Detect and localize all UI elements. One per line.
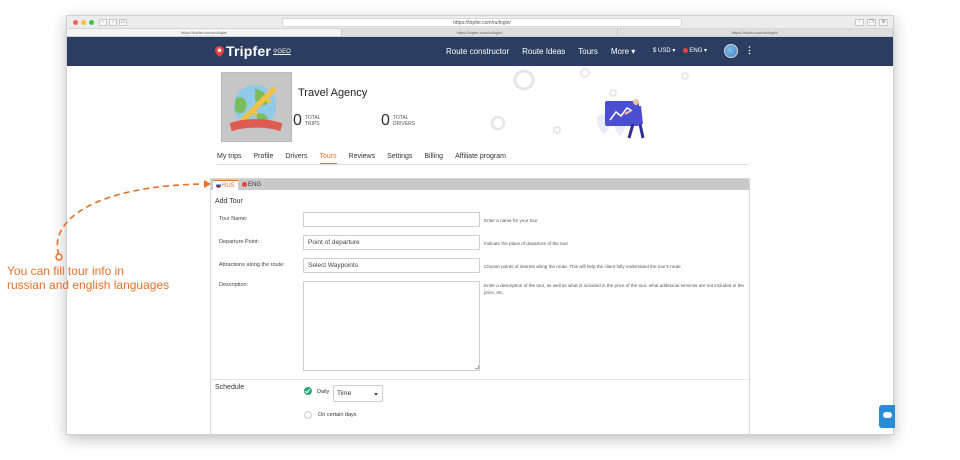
browser-nav: ‹ › ▭ bbox=[99, 19, 127, 26]
stat-drivers: 0 TOTAL DRIVERS bbox=[381, 112, 415, 130]
geo-link[interactable]: ⚲GEO bbox=[273, 48, 291, 55]
stat-drivers-label: TOTAL DRIVERS bbox=[392, 115, 416, 127]
tabs-icon[interactable]: ❐ bbox=[867, 19, 876, 26]
more-options-icon[interactable]: ⋮ bbox=[745, 45, 754, 56]
stat-trips: 0 TOTAL TRIPS bbox=[293, 112, 321, 130]
chat-icon bbox=[883, 412, 892, 418]
maximize-window-icon[interactable] bbox=[89, 20, 94, 25]
tab-lang-eng[interactable]: ENG bbox=[239, 180, 264, 190]
certain-days-label: On certain days bbox=[318, 412, 357, 418]
user-avatar[interactable] bbox=[724, 44, 738, 58]
settings-icon[interactable]: ⚙ bbox=[879, 19, 888, 26]
sidebar-icon[interactable]: ▭ bbox=[119, 19, 127, 26]
currency-selector[interactable]: $ USD ▾ bbox=[653, 47, 675, 54]
nav-tours[interactable]: Tours bbox=[578, 47, 598, 56]
annotation-line-1: You can fill tour info in bbox=[7, 264, 124, 278]
tab-lang-rus[interactable]: RUS bbox=[213, 180, 238, 190]
share-icon[interactable]: ↑ bbox=[855, 19, 864, 26]
language-selector[interactable]: ENG ▾ bbox=[683, 47, 707, 54]
tour-name-hint: Enter a name for your tour bbox=[484, 218, 538, 223]
chat-widget-button[interactable] bbox=[879, 405, 895, 428]
address-bar[interactable]: https://tripfer.com/ru/login/ bbox=[282, 18, 682, 27]
profile-tabs: My trips Profile Drivers Tours Reviews S… bbox=[217, 153, 749, 165]
browser-actions: ↑ ❐ ⚙ bbox=[855, 19, 888, 26]
daily-label: Daily bbox=[317, 389, 330, 395]
forward-icon[interactable]: › bbox=[109, 19, 117, 26]
tab-billing[interactable]: Billing bbox=[424, 153, 443, 164]
stat-trips-value: 0 bbox=[293, 112, 302, 129]
resize-handle-icon[interactable] bbox=[475, 365, 479, 369]
browser-tab[interactable]: https://tripfer.com/ru/login/ bbox=[342, 29, 618, 36]
presentation-illustration bbox=[490, 68, 689, 139]
globe-plane-icon bbox=[229, 84, 283, 132]
browser-tab[interactable]: https://tripfer.com/ru/login/ bbox=[67, 29, 343, 36]
attractions-hint: Choose points of interest along the rout… bbox=[484, 264, 681, 269]
uk-flag-icon bbox=[242, 182, 247, 187]
language-label: ENG ▾ bbox=[689, 48, 708, 54]
browser-tab[interactable]: https://tripfer.com/ru/login/ bbox=[618, 29, 893, 36]
logo[interactable]: Tripfer bbox=[215, 43, 271, 59]
annotation-text: You can fill tour info in russian and en… bbox=[7, 264, 197, 292]
certain-days-radio[interactable] bbox=[304, 411, 312, 419]
departure-point-label: Departure Point: bbox=[219, 239, 260, 245]
stat-drivers-value: 0 bbox=[381, 112, 390, 129]
back-icon[interactable]: ‹ bbox=[99, 19, 107, 26]
add-tour-card: RUS ENG Add Tour Tour Name: Enter a name… bbox=[210, 178, 751, 434]
tab-tours[interactable]: Tours bbox=[319, 153, 337, 164]
description-label: Description: bbox=[219, 282, 249, 288]
site-navbar: Tripfer ⚲GEO Route constructor Route Ide… bbox=[67, 37, 893, 66]
time-select[interactable]: Time bbox=[333, 385, 383, 402]
nav-more[interactable]: More ▾ bbox=[611, 47, 635, 56]
daily-radio[interactable] bbox=[304, 387, 312, 395]
tab-settings[interactable]: Settings bbox=[387, 153, 412, 164]
pin-logo-icon bbox=[215, 45, 224, 57]
agency-avatar bbox=[221, 72, 292, 142]
tab-reviews[interactable]: Reviews bbox=[349, 153, 375, 164]
browser-window: ‹ › ▭ https://tripfer.com/ru/login/ ↑ ❐ … bbox=[66, 15, 894, 435]
browser-tabs: https://tripfer.com/ru/login/ https://tr… bbox=[67, 29, 893, 37]
window-controls bbox=[73, 20, 94, 25]
uk-flag-icon bbox=[683, 48, 689, 53]
geo-label: GEO bbox=[277, 49, 291, 55]
tour-name-input[interactable] bbox=[303, 212, 480, 227]
nav-route-ideas[interactable]: Route Ideas bbox=[522, 47, 565, 56]
nav-selectors: $ USD ▾ ENG ▾ bbox=[653, 47, 707, 54]
divider bbox=[211, 379, 751, 380]
tab-affiliate-program[interactable]: Affiliate program bbox=[455, 153, 506, 164]
form-title: Add Tour bbox=[215, 198, 243, 205]
nav-links: Route constructor Route Ideas Tours More… bbox=[446, 47, 648, 56]
description-textarea[interactable] bbox=[303, 281, 480, 371]
time-select-value: Time bbox=[337, 390, 352, 397]
nav-route-constructor[interactable]: Route constructor bbox=[446, 47, 509, 56]
language-tabs: RUS ENG bbox=[211, 179, 749, 190]
minimize-window-icon[interactable] bbox=[81, 20, 86, 25]
departure-point-input[interactable]: Point of departure bbox=[303, 235, 480, 250]
tab-drivers[interactable]: Drivers bbox=[285, 153, 307, 164]
tour-name-label: Tour Name: bbox=[219, 216, 248, 222]
close-window-icon[interactable] bbox=[73, 20, 78, 25]
stat-trips-label: TOTAL TRIPS bbox=[304, 115, 321, 127]
schedule-label: Schedule bbox=[215, 384, 245, 391]
tab-my-trips[interactable]: My trips bbox=[217, 153, 242, 164]
browser-toolbar: ‹ › ▭ https://tripfer.com/ru/login/ ↑ ❐ … bbox=[67, 16, 893, 29]
description-hint: Enter a description of the tour, as well… bbox=[484, 283, 744, 295]
logo-text: Tripfer bbox=[226, 43, 271, 59]
ru-flag-icon bbox=[216, 183, 221, 188]
tab-profile[interactable]: Profile bbox=[254, 153, 274, 164]
annotation-line-2: russian and english languages bbox=[7, 278, 170, 292]
agency-name: Travel Agency bbox=[298, 87, 368, 99]
waypoints-input[interactable]: Select Waypoints bbox=[303, 258, 480, 273]
departure-point-hint: Indicate the place of departure of the t… bbox=[484, 241, 569, 246]
chevron-down-icon bbox=[374, 393, 378, 396]
attractions-label: Attractions along the route: bbox=[219, 262, 285, 268]
stage: ‹ › ▭ https://tripfer.com/ru/login/ ↑ ❐ … bbox=[0, 0, 960, 460]
